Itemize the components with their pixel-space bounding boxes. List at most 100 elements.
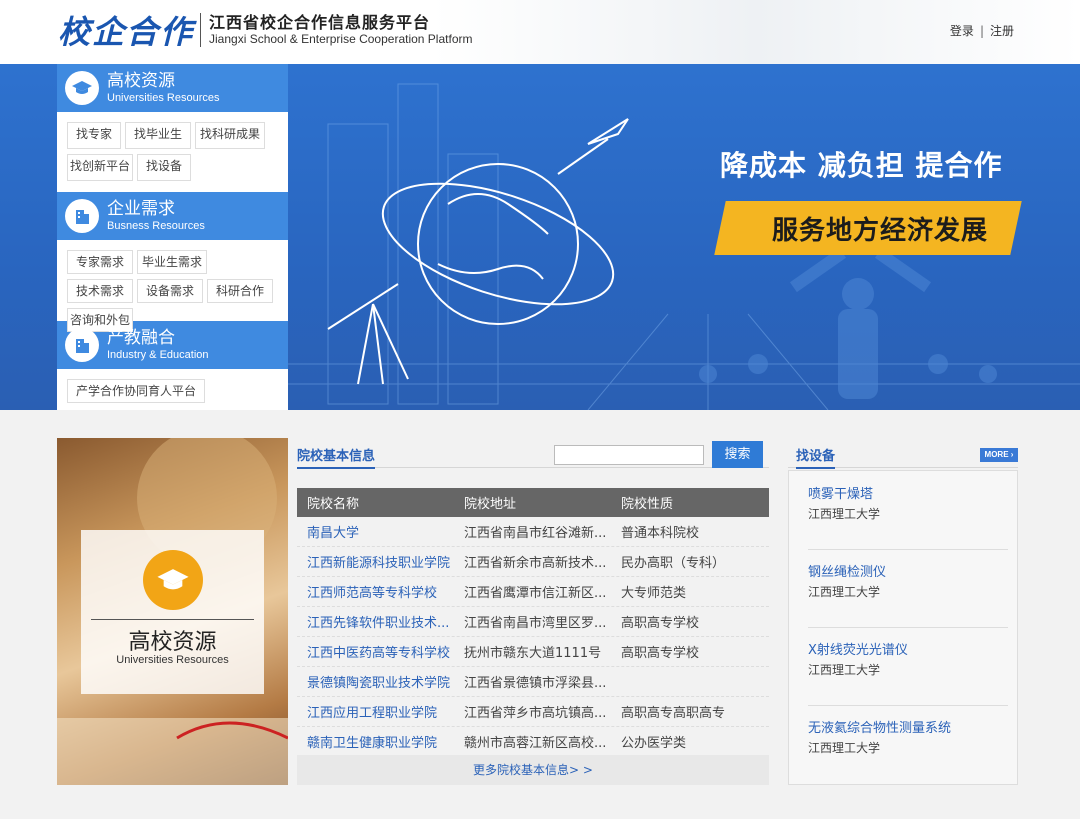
tag-graduate-demand[interactable]: 毕业生需求 (137, 250, 208, 274)
list-item: X射线荧光光谱仪 江西理工大学 (808, 639, 1008, 678)
tag-find-platform[interactable]: 找创新平台 (67, 154, 134, 181)
category-tags-industry: 产学合作协同育人平台 (57, 369, 288, 414)
school-name-link[interactable]: 江西中医药高等专科学校 (297, 642, 454, 661)
category-title: 高校资源 (107, 71, 175, 91)
logo-calligraphy: 校企合作 (58, 13, 195, 51)
list-divider (808, 627, 1008, 628)
school-address: 江西省鹰潭市信江新区... (464, 586, 607, 601)
logo-text: 江西省校企合作信息服务平台 Jiangxi School & Enterpris… (209, 13, 473, 47)
table-row: 江西应用工程职业学院 江西省萍乡市高坑镇高... 高职高专高职高专 (297, 697, 769, 727)
school-search-input[interactable] (554, 445, 704, 465)
banner-slogan: 降成本 减负担 提合作 (720, 149, 1003, 182)
graduation-cap-icon (65, 71, 99, 105)
tag-find-research[interactable]: 找科研成果 (195, 122, 266, 149)
more-equipment-button[interactable]: MORE › (980, 448, 1018, 462)
category-titles: 企业需求 Busness Resources (107, 199, 205, 233)
category-titles: 产教融合 Industry & Education (107, 328, 209, 362)
school-address: 江西省南昌市湾里区罗... (464, 616, 607, 631)
category-panel: 高校资源 Universities Resources 找专家 找毕业生 找科研… (57, 64, 288, 410)
table-row: 江西中医药高等专科学校 抚州市赣东大道1111号 高职高专学校 (297, 637, 769, 667)
universities-promo[interactable]: 高校资源 Universities Resources (57, 438, 288, 785)
equipment-name-link[interactable]: 钢丝绳检测仪 (808, 561, 1008, 580)
equipment-org: 江西理工大学 (808, 663, 881, 677)
school-type: 高职高专学校 (621, 646, 700, 661)
tag-equipment-demand[interactable]: 设备需求 (137, 279, 204, 303)
auth-separator: | (979, 23, 984, 38)
tab-find-equipment[interactable]: 找设备 (796, 445, 836, 469)
school-address: 江西省新余市高新技术... (464, 556, 607, 571)
promo-divider (91, 619, 254, 620)
tag-research-cooperation[interactable]: 科研合作 (207, 279, 274, 303)
category-header-business[interactable]: 企业需求 Busness Resources (57, 192, 288, 240)
column-header-type: 院校性质 (621, 497, 674, 512)
list-item: 无液氦综合物性测量系统 江西理工大学 (808, 717, 1008, 756)
school-name-link[interactable]: 江西新能源科技职业学院 (297, 552, 454, 571)
school-address: 江西省萍乡市高坑镇高... (464, 706, 607, 721)
equipment-name-link[interactable]: 无液氦综合物性测量系统 (808, 717, 1008, 736)
school-type: 高职高专学校 (621, 616, 700, 631)
equipment-panel: 找设备 MORE › 喷雾干燥塔 江西理工大学 钢丝绳检测仪 江西理工大学 X射… (788, 438, 1018, 785)
school-address: 赣州市高蓉江新区高校... (464, 736, 607, 751)
equipment-name-link[interactable]: X射线荧光光谱仪 (808, 639, 1008, 658)
school-type: 民办高职（专科） (621, 556, 726, 571)
equipment-tabbar: 找设备 MORE › (788, 438, 1018, 469)
category-subtitle: Busness Resources (107, 220, 205, 232)
category-tags-business: 专家需求 毕业生需求 技术需求 设备需求 科研合作 咨询和外包 (57, 240, 288, 332)
school-address: 抚州市赣东大道1111号 (464, 646, 602, 661)
more-schools-link[interactable]: 更多院校基本信息> > (297, 755, 769, 785)
category-subtitle: Industry & Education (107, 349, 209, 361)
school-name-link[interactable]: 景德镇陶瓷职业技术学院 (297, 672, 454, 691)
category-title: 企业需求 (107, 199, 175, 219)
site-header: 校企合作 江西省校企合作信息服务平台 Jiangxi School & Ente… (0, 0, 1080, 64)
site-logo[interactable]: 校企合作 江西省校企合作信息服务平台 Jiangxi School & Ente… (58, 8, 472, 52)
category-titles: 高校资源 Universities Resources (107, 71, 219, 105)
table-row: 江西师范高等专科学校 江西省鹰潭市信江新区... 大专师范类 (297, 577, 769, 607)
promo-title: 高校资源 (128, 630, 217, 655)
tag-tech-demand[interactable]: 技术需求 (67, 279, 134, 303)
category-header-universities[interactable]: 高校资源 Universities Resources (57, 64, 288, 112)
school-address: 江西省南昌市红谷滩新... (464, 526, 607, 541)
table-row: 景德镇陶瓷职业技术学院 江西省景德镇市浮梁县... (297, 667, 769, 697)
register-link[interactable]: 注册 (990, 22, 1014, 39)
school-name-link[interactable]: 赣南卫生健康职业学院 (297, 732, 454, 751)
equipment-org: 江西理工大学 (808, 741, 881, 755)
tag-find-expert[interactable]: 找专家 (67, 122, 122, 149)
auth-links: 登录 | 注册 (950, 22, 1014, 39)
equipment-org: 江西理工大学 (808, 507, 881, 521)
table-header: 院校名称 院校地址 院校性质 (297, 488, 769, 517)
list-item: 喷雾干燥塔 江西理工大学 (808, 483, 1008, 522)
school-type: 大专师范类 (621, 586, 687, 601)
school-name-link[interactable]: 江西先锋软件职业技术... (297, 612, 454, 631)
equipment-name-link[interactable]: 喷雾干燥塔 (808, 483, 1008, 502)
equipment-org: 江西理工大学 (808, 585, 881, 599)
tab-school-info[interactable]: 院校基本信息 (297, 445, 376, 469)
equipment-list: 喷雾干燥塔 江西理工大学 钢丝绳检测仪 江西理工大学 X射线荧光光谱仪 江西理工… (788, 470, 1018, 785)
school-name-link[interactable]: 江西应用工程职业学院 (297, 702, 454, 721)
promo-card: 高校资源 Universities Resources (81, 530, 264, 694)
building-icon (65, 328, 99, 362)
list-divider (808, 705, 1008, 706)
category-tags-universities: 找专家 找毕业生 找科研成果 找创新平台 找设备 (57, 112, 288, 192)
school-name-link[interactable]: 南昌大学 (297, 522, 454, 541)
column-header-address: 院校地址 (464, 497, 517, 512)
banner-ribbon-text: 服务地方经济发展 (772, 216, 989, 246)
school-type: 高职高专高职高专 (621, 706, 726, 721)
promo-subtitle: Universities Resources (116, 654, 229, 666)
school-type: 公办医学类 (621, 736, 687, 751)
school-name-link[interactable]: 江西师范高等专科学校 (297, 582, 454, 601)
logo-title-en: Jiangxi School & Enterprise Cooperation … (209, 32, 473, 46)
school-address: 江西省景德镇市浮梁县... (464, 676, 607, 691)
login-link[interactable]: 登录 (950, 22, 974, 39)
tag-find-equipment[interactable]: 找设备 (137, 154, 192, 181)
building-icon (65, 199, 99, 233)
logo-divider (200, 13, 202, 47)
table-row: 江西新能源科技职业学院 江西省新余市高新技术... 民办高职（专科） (297, 547, 769, 577)
telescope-icon (327, 283, 409, 385)
search-button[interactable]: 搜索 (712, 441, 763, 468)
category-subtitle: Universities Resources (107, 92, 220, 104)
tag-expert-demand[interactable]: 专家需求 (67, 250, 134, 274)
table-row: 赣南卫生健康职业学院 赣州市高蓉江新区高校... 公办医学类 (297, 727, 769, 757)
tag-find-graduate[interactable]: 找毕业生 (125, 122, 192, 149)
logo-title-cn: 江西省校企合作信息服务平台 (209, 13, 431, 32)
tag-coop-education[interactable]: 产学合作协同育人平台 (67, 379, 206, 403)
